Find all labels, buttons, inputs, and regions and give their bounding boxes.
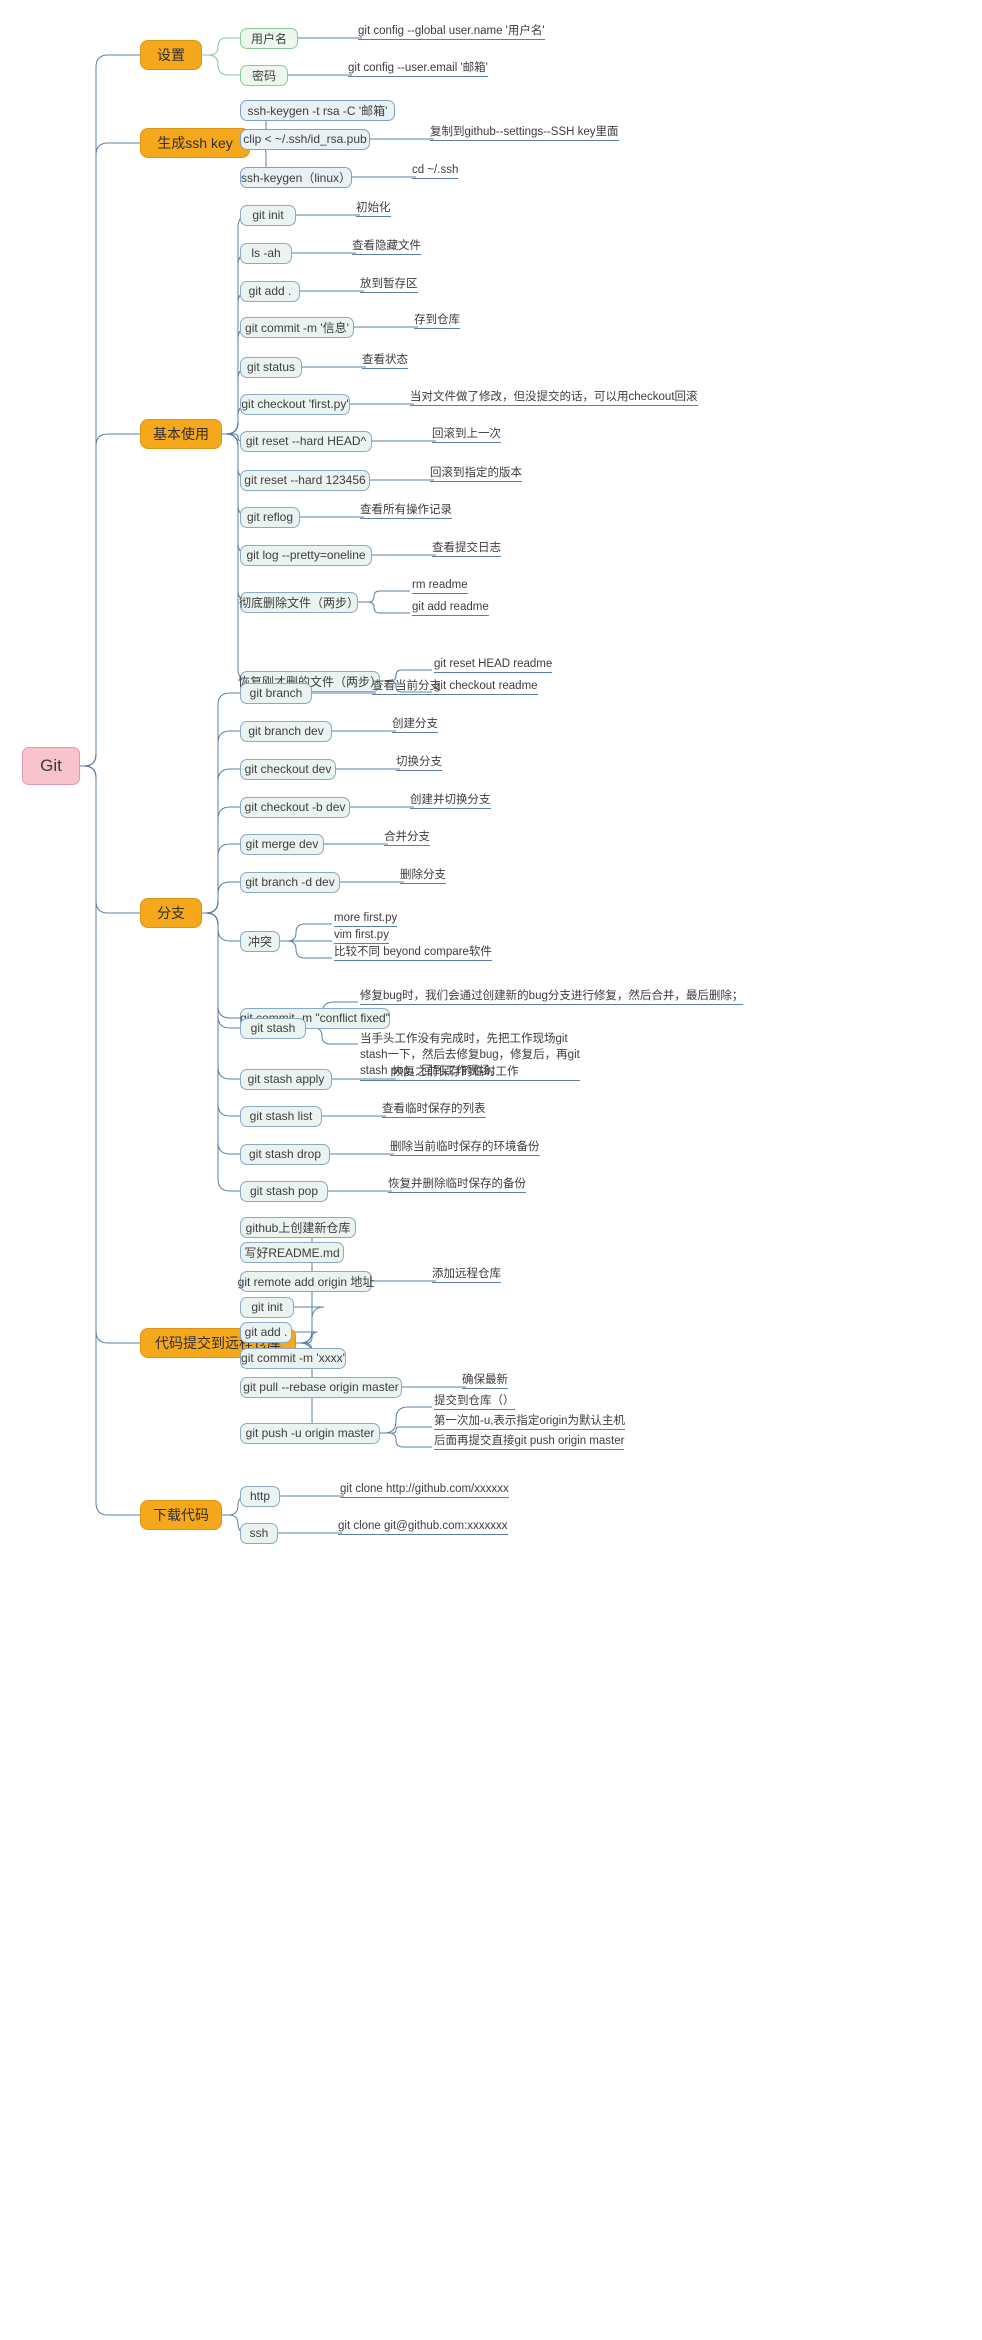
leaf-node[interactable]: ssh-keygen -t rsa -C '邮箱' xyxy=(240,99,395,121)
leaf-node[interactable]: http xyxy=(240,1485,280,1507)
annotation-text: 当对文件做了修改，但没提交的话，可以用checkout回滚 xyxy=(410,390,698,406)
leaf-node[interactable]: git reflog xyxy=(240,506,300,528)
annotation-text: 切换分支 xyxy=(396,755,442,771)
leaf-node[interactable]: git commit -m 'xxxx' xyxy=(240,1347,346,1369)
annotation-text: more first.py xyxy=(334,911,398,927)
leaf-node[interactable]: git stash xyxy=(240,1017,306,1039)
branch-node-sshkey[interactable]: 生成ssh key xyxy=(140,128,250,158)
annotation-text: 确保最新 xyxy=(462,1373,508,1389)
annotation-text: 查看状态 xyxy=(362,353,408,369)
leaf-node[interactable]: git branch -d dev xyxy=(240,871,340,893)
mindmap-canvas: Git 设置 用户名 git config --global user.name '用… xyxy=(0,0,982,2340)
leaf-node[interactable]: git log --pretty=oneline xyxy=(240,544,372,566)
annotation-text: git clone git@github.com:xxxxxxx xyxy=(338,1519,508,1535)
leaf-node[interactable]: 写好README.md xyxy=(240,1241,344,1263)
leaf-node[interactable]: git stash list xyxy=(240,1105,322,1127)
annotation-text: cd ~/.ssh xyxy=(412,163,459,179)
leaf-node[interactable]: 彻底删除文件（两步） xyxy=(239,591,359,613)
leaf-node[interactable]: git status xyxy=(240,356,302,378)
annotation-text: 创建分支 xyxy=(392,717,438,733)
leaf-node[interactable]: git add . xyxy=(240,280,300,302)
leaf-node[interactable]: git branch xyxy=(240,682,312,704)
leaf-node[interactable]: git init xyxy=(240,204,296,226)
annotation-text: 后面再提交直接git push origin master xyxy=(434,1434,625,1450)
branch-node-settings[interactable]: 设置 xyxy=(140,40,202,70)
leaf-node[interactable]: 冲突 xyxy=(240,930,280,952)
annotation-text: 查看提交日志 xyxy=(432,541,501,557)
annotation-text: 回滚到指定的版本 xyxy=(430,466,522,482)
leaf-node[interactable]: git checkout -b dev xyxy=(240,796,350,818)
annotation-text: git config --global user.name '用户名' xyxy=(358,24,545,40)
leaf-node[interactable]: git branch dev xyxy=(240,720,332,742)
leaf-node[interactable]: git checkout 'first.py' xyxy=(240,393,350,415)
annotation-text: 创建并切换分支 xyxy=(410,793,491,809)
annotation-text: git checkout readme xyxy=(434,679,538,695)
leaf-node[interactable]: git init xyxy=(240,1296,294,1318)
leaf-node[interactable]: git commit -m '信息' xyxy=(240,316,354,338)
annotation-text: git add readme xyxy=(412,600,489,616)
leaf-node[interactable]: clip < ~/.ssh/id_rsa.pub xyxy=(240,128,370,150)
leaf-node[interactable]: git stash apply xyxy=(240,1068,332,1090)
annotation-text: 删除当前临时保存的环境备份 xyxy=(390,1140,540,1156)
annotation-text: git reset HEAD readme xyxy=(434,657,553,673)
annotation-text: vim first.py xyxy=(334,928,389,944)
annotation-text: rm readme xyxy=(412,578,468,594)
branch-node-basic[interactable]: 基本使用 xyxy=(140,419,222,449)
leaf-node[interactable]: git reset --hard HEAD^ xyxy=(240,430,372,452)
root-node[interactable]: Git xyxy=(22,747,80,785)
leaf-node[interactable]: git remote add origin 地址 xyxy=(238,1270,374,1292)
leaf-node[interactable]: github上创建新仓库 xyxy=(240,1216,356,1238)
annotation-text: 比较不同 beyond compare软件 xyxy=(334,945,492,961)
annotation-text: git clone http://github.com/xxxxxx xyxy=(340,1482,509,1498)
leaf-node[interactable]: git stash drop xyxy=(240,1143,330,1165)
annotation-text: 复制到github--settings--SSH key里面 xyxy=(430,125,619,141)
leaf-node[interactable]: git merge dev xyxy=(240,833,324,855)
annotation-text: 存到仓库 xyxy=(414,313,460,329)
annotation-text: 提交到仓库（） xyxy=(434,1394,515,1410)
annotation-text: git config --user.email '邮箱' xyxy=(348,61,488,77)
leaf-node[interactable]: 密码 xyxy=(240,64,288,86)
annotation-text: 查看所有操作记录 xyxy=(360,503,452,519)
leaf-node[interactable]: git push -u origin master xyxy=(240,1422,380,1444)
annotation-text: 回滚到上一次 xyxy=(432,427,501,443)
connector-lines xyxy=(80,37,466,1534)
annotation-text: 恢复之前保存的临时工作 xyxy=(392,1065,519,1081)
leaf-node[interactable]: git checkout dev xyxy=(240,758,336,780)
annotation-text: 查看当前分支 xyxy=(372,679,441,695)
leaf-node[interactable]: git pull --rebase origin master xyxy=(240,1376,402,1398)
branch-node-download[interactable]: 下载代码 xyxy=(140,1500,222,1530)
leaf-node[interactable]: 用户名 xyxy=(240,27,298,49)
annotation-text: 放到暂存区 xyxy=(360,277,418,293)
annotation-text: 第一次加-u,表示指定origin为默认主机 xyxy=(434,1414,626,1430)
leaf-node[interactable]: ls -ah xyxy=(240,242,292,264)
annotation-text: 恢复并删除临时保存的备份 xyxy=(388,1177,526,1193)
branch-node-branch[interactable]: 分支 xyxy=(140,898,202,928)
annotation-text: 添加远程仓库 xyxy=(432,1267,501,1283)
leaf-node[interactable]: git reset --hard 123456 xyxy=(240,469,370,491)
leaf-node[interactable]: ssh-keygen（linux） xyxy=(240,166,352,188)
annotation-text: 查看隐藏文件 xyxy=(352,239,421,255)
leaf-node[interactable]: git add . xyxy=(240,1321,292,1343)
annotation-text: 合并分支 xyxy=(384,830,430,846)
annotation-text: 查看临时保存的列表 xyxy=(382,1102,486,1118)
annotation-text: 删除分支 xyxy=(400,868,446,884)
leaf-node[interactable]: ssh xyxy=(240,1522,278,1544)
leaf-node[interactable]: git stash pop xyxy=(240,1180,328,1202)
annotation-text: 修复bug时，我们会通过创建新的bug分支进行修复，然后合并，最后删除； xyxy=(360,989,744,1005)
annotation-text: 初始化 xyxy=(356,201,391,217)
